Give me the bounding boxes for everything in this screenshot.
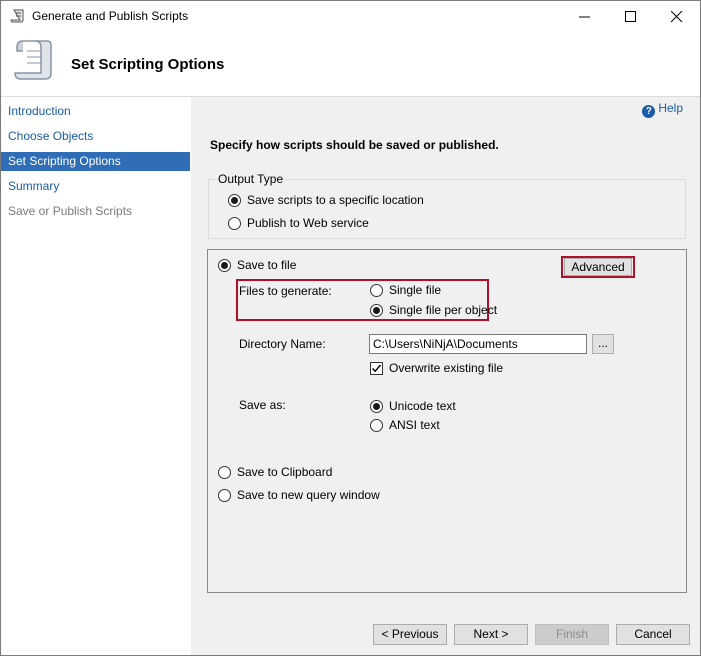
radio-label: Single file per object — [389, 303, 498, 317]
checkbox-label: Overwrite existing file — [389, 361, 504, 375]
save-options-panel: Save to file Advanced Files to generate:… — [207, 249, 687, 593]
radio-label: Single file — [389, 283, 442, 297]
sidebar-item-save-or-publish: Save or Publish Scripts — [8, 204, 133, 218]
sidebar-item-set-scripting-options[interactable]: Set Scripting Options — [1, 152, 190, 171]
page-title: Set Scripting Options — [71, 56, 225, 73]
wizard-steps-sidebar: Introduction Choose Objects Set Scriptin… — [1, 97, 191, 607]
radio-button[interactable] — [218, 488, 231, 502]
save-as-label: Save as: — [239, 398, 286, 412]
radio-button[interactable] — [228, 216, 241, 230]
instruction-text: Specify how scripts should be saved or p… — [210, 138, 499, 152]
directory-name-input[interactable]: C:\Users\NiNjA\Documents — [369, 334, 587, 354]
radio-label: Save to Clipboard — [237, 465, 333, 479]
radio-publish-web-service[interactable]: Publish to Web service — [228, 216, 369, 230]
radio-save-to-file[interactable]: Save to file — [218, 258, 296, 272]
radio-button-selected[interactable] — [370, 399, 383, 413]
radio-save-to-query-window[interactable]: Save to new query window — [218, 488, 380, 502]
radio-button[interactable] — [370, 283, 383, 297]
advanced-button[interactable]: Advanced — [564, 258, 632, 276]
wizard-header: Set Scripting Options — [1, 32, 700, 96]
sidebar-item-introduction[interactable]: Introduction — [1, 102, 190, 121]
advanced-highlight: Advanced — [561, 256, 635, 278]
scroll-icon — [10, 8, 26, 24]
maximize-button[interactable] — [608, 1, 654, 32]
title-bar[interactable]: Generate and Publish Scripts — [1, 1, 700, 32]
help-icon: ? — [642, 105, 656, 118]
close-button[interactable] — [654, 1, 700, 32]
close-icon — [671, 11, 683, 23]
dialog-window: Generate and Publish Scripts Set Scripti… — [0, 0, 701, 656]
directory-name-label: Directory Name: — [239, 337, 326, 351]
help-label: Help — [658, 101, 683, 115]
maximize-icon — [625, 11, 636, 22]
browse-button[interactable]: ... — [592, 334, 614, 354]
radio-button-selected[interactable] — [218, 258, 231, 272]
radio-label: Unicode text — [389, 399, 456, 413]
files-to-generate-label: Files to generate: — [239, 284, 332, 298]
previous-button[interactable]: < Previous — [373, 624, 447, 645]
sidebar-item-summary[interactable]: Summary — [1, 177, 190, 196]
checkmark-icon — [372, 364, 382, 372]
checkbox-box[interactable] — [370, 361, 383, 375]
next-button[interactable]: Next > — [454, 624, 528, 645]
wizard-footer: < Previous Next > Finish Cancel — [191, 607, 700, 655]
window-title: Generate and Publish Scripts — [32, 9, 189, 23]
help-link[interactable]: ? Help — [642, 101, 683, 118]
cancel-button[interactable]: Cancel — [616, 624, 690, 645]
radio-button[interactable] — [218, 465, 231, 479]
radio-single-file-per-object[interactable]: Single file per object — [370, 303, 497, 317]
radio-button-selected[interactable] — [228, 193, 241, 207]
radio-label: Save to new query window — [237, 488, 380, 502]
radio-unicode-text[interactable]: Unicode text — [370, 399, 456, 413]
sidebar-item-choose-objects[interactable]: Choose Objects — [1, 127, 190, 146]
output-type-group: Output Type Save scripts to a specific l… — [208, 172, 686, 239]
radio-ansi-text[interactable]: ANSI text — [370, 418, 440, 432]
main-content: ? Help Specify how scripts should be save… — [191, 97, 700, 607]
radio-single-file[interactable]: Single file — [370, 283, 441, 297]
radio-label: ANSI text — [389, 418, 440, 432]
output-type-legend: Output Type — [216, 172, 286, 186]
radio-save-to-clipboard[interactable]: Save to Clipboard — [218, 465, 332, 479]
overwrite-checkbox[interactable]: Overwrite existing file — [370, 361, 503, 375]
scroll-icon — [11, 37, 55, 87]
radio-save-to-location[interactable]: Save scripts to a specific location — [228, 193, 424, 207]
radio-label: Publish to Web service — [247, 216, 369, 230]
radio-button-selected[interactable] — [370, 303, 383, 317]
finish-button: Finish — [535, 624, 609, 645]
radio-button[interactable] — [370, 418, 383, 432]
radio-label: Save scripts to a specific location — [247, 193, 424, 207]
radio-label: Save to file — [237, 258, 297, 272]
minimize-icon — [579, 16, 590, 18]
minimize-button[interactable] — [562, 1, 608, 32]
